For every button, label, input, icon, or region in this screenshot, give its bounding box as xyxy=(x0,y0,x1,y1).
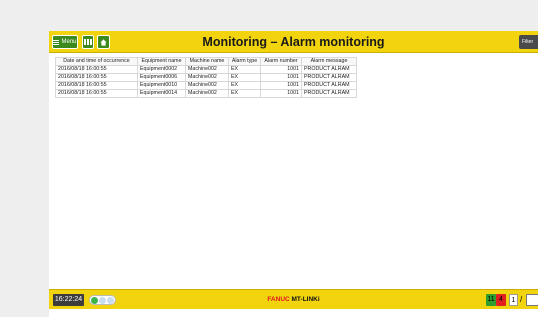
table-row[interactable]: 2016/08/18 16:00:55 Equipment0002 Machin… xyxy=(55,65,357,74)
cell-machine: Machine002 xyxy=(185,65,229,74)
cell-alarm-number: 1001 xyxy=(260,65,302,74)
table-row[interactable]: 2016/08/18 16:00:55 Equipment0014 Machin… xyxy=(55,89,357,98)
brand-product: MT-LINKi xyxy=(291,296,320,303)
column-header-equipment[interactable]: Equipment name xyxy=(137,57,186,66)
cell-alarm-number: 1001 xyxy=(260,89,302,98)
header-bar: Menu Monitoring – Alarm monitoring Filte… xyxy=(49,31,538,53)
table-header-row: Date and time of occurrence Equipment na… xyxy=(55,57,357,66)
cell-alarm-number: 1001 xyxy=(260,81,302,90)
column-header-alarm-type[interactable]: Alarm type xyxy=(228,57,261,66)
table-row[interactable]: 2016/08/18 16:00:55 Equipment0006 Machin… xyxy=(55,73,357,82)
cell-alarm-type: EX xyxy=(228,73,261,82)
cell-alarm-message: PRODUCT ALRAM xyxy=(301,81,357,90)
cell-datetime: 2016/08/18 16:00:55 xyxy=(55,73,138,82)
cell-alarm-type: EX xyxy=(228,65,261,74)
cell-machine: Machine002 xyxy=(185,73,229,82)
cell-machine: Machine002 xyxy=(185,89,229,98)
cell-equipment: Equipment0010 xyxy=(137,81,186,90)
app-screen: Menu Monitoring – Alarm monitoring Filte… xyxy=(49,31,538,317)
cell-alarm-number: 1001 xyxy=(260,73,302,82)
footer-bar: 16:22:24 FANUC MT-LINKi 11 4 1 / xyxy=(49,289,538,309)
column-header-alarm-number[interactable]: Alarm number xyxy=(260,57,302,66)
cell-alarm-message: PRODUCT ALRAM xyxy=(301,65,357,74)
cell-machine: Machine002 xyxy=(185,81,229,90)
filter-button[interactable]: Filter xyxy=(519,35,538,49)
cell-alarm-message: PRODUCT ALRAM xyxy=(301,73,357,82)
cell-equipment: Equipment0002 xyxy=(137,65,186,74)
cell-datetime: 2016/08/18 16:00:55 xyxy=(55,65,138,74)
cell-alarm-message: PRODUCT ALRAM xyxy=(301,89,357,98)
cell-datetime: 2016/08/18 16:00:55 xyxy=(55,81,138,90)
count-green-badge[interactable]: 11 xyxy=(486,294,496,306)
count-white-badge[interactable]: 1 xyxy=(509,294,518,306)
alarm-table-container: Date and time of occurrence Equipment na… xyxy=(55,57,357,98)
count-separator: / xyxy=(520,295,523,304)
cell-equipment: Equipment0014 xyxy=(137,89,186,98)
brand-logo: FANUC MT-LINKi xyxy=(49,295,538,305)
cell-equipment: Equipment0006 xyxy=(137,73,186,82)
column-header-alarm-message[interactable]: Alarm message xyxy=(301,57,357,66)
column-header-machine[interactable]: Machine name xyxy=(185,57,229,66)
table-row[interactable]: 2016/08/18 16:00:55 Equipment0010 Machin… xyxy=(55,81,357,90)
brand-fanuc: FANUC xyxy=(267,296,290,303)
cell-datetime: 2016/08/18 16:00:55 xyxy=(55,89,138,98)
count-red-badge[interactable]: 4 xyxy=(496,294,506,306)
page-title: Monitoring – Alarm monitoring xyxy=(202,35,385,49)
alarm-table: Date and time of occurrence Equipment na… xyxy=(55,57,357,98)
cell-alarm-type: EX xyxy=(228,89,261,98)
column-header-datetime[interactable]: Date and time of occurrence xyxy=(55,57,138,66)
cell-alarm-type: EX xyxy=(228,81,261,90)
count-total-badge[interactable] xyxy=(526,294,538,306)
